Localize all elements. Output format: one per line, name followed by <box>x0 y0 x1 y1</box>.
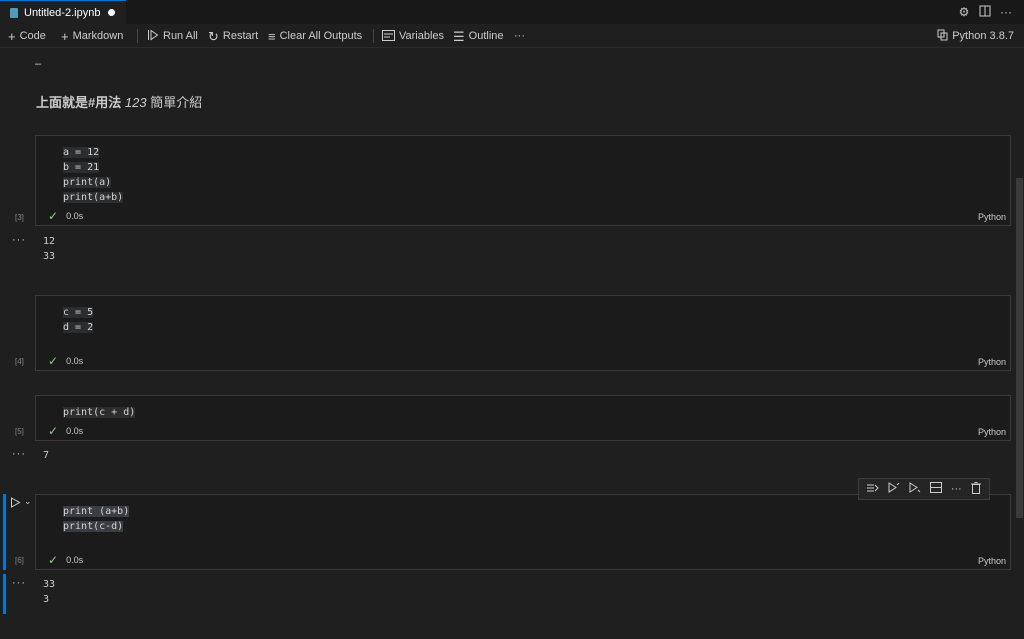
execution-count: [5] <box>15 427 24 436</box>
heading-bold-text: 上面就是#用法 <box>36 95 122 110</box>
cell-status: ✓ 0.0s <box>48 354 83 368</box>
execute-above-icon[interactable] <box>867 483 880 496</box>
split-cell-icon[interactable] <box>929 482 942 496</box>
gear-icon[interactable]: ⚙ <box>957 5 971 19</box>
add-code-button[interactable]: + Code <box>8 24 46 48</box>
code-line: print(c-d) <box>63 521 124 532</box>
execution-time: 0.0s <box>66 356 84 366</box>
unsaved-dot-icon[interactable] <box>108 9 116 16</box>
execution-count: [6] <box>15 556 24 565</box>
output-line: 7 <box>43 450 50 461</box>
code-line: d = 2 <box>63 322 94 333</box>
clear-all-icon: ≡ <box>268 28 276 44</box>
code-line: print(a+b) <box>63 192 124 203</box>
run-below-icon[interactable] <box>909 482 921 496</box>
notebook-file-icon <box>10 7 18 18</box>
code-editor[interactable]: c = 5 d = 2 <box>63 305 94 335</box>
output-menu-icon[interactable]: ··· <box>12 234 26 246</box>
code-editor[interactable]: print (a+b) print(c-d) <box>63 504 130 534</box>
heading-rest-text: 簡單介紹 <box>150 95 203 110</box>
heading-italic-text: 123 <box>124 95 147 110</box>
code-editor[interactable]: a = 12 b = 21 print(a) print(a+b) <box>63 145 124 205</box>
add-markdown-button[interactable]: + Markdown <box>61 24 123 48</box>
run-above-icon[interactable] <box>888 482 900 496</box>
cell-output: 12 33 <box>43 234 55 264</box>
output-menu-icon[interactable]: ··· <box>12 577 26 589</box>
check-icon: ✓ <box>48 424 59 438</box>
cell-status: ✓ 0.0s <box>48 553 83 567</box>
cell-output: 33 3 <box>43 577 55 607</box>
execution-count: [3] <box>15 213 24 222</box>
code-editor[interactable]: print(c + d) <box>63 405 136 420</box>
code-line: b = 21 <box>63 162 100 173</box>
restart-icon: ↻ <box>208 28 219 44</box>
tab-title: Untitled-2.ipynb <box>24 6 101 19</box>
variables-button[interactable]: Variables <box>382 24 444 48</box>
delete-icon[interactable] <box>970 481 981 497</box>
plus-icon: + <box>61 28 69 44</box>
check-icon: ✓ <box>48 553 59 567</box>
output-menu-icon[interactable]: ··· <box>12 448 26 460</box>
cell-more-icon[interactable]: ··· <box>951 483 962 495</box>
cell-focus-indicator <box>3 494 6 570</box>
code-cell-5[interactable]: print(c + d) ✓ 0.0s Python <box>35 395 1011 441</box>
cell-status: ✓ 0.0s <box>48 424 83 438</box>
toolbar-divider <box>373 29 374 43</box>
split-editor-icon[interactable] <box>978 5 992 19</box>
execution-count: [4] <box>15 357 24 366</box>
code-line: print (a+b) <box>63 506 130 517</box>
execution-time: 0.0s <box>66 426 84 436</box>
check-icon: ✓ <box>48 209 59 223</box>
outline-icon: ☰ <box>453 28 465 44</box>
code-line: a = 12 <box>63 147 100 158</box>
notebook-body: – 上面就是#用法 123 簡單介紹 a = 12 b = 21 print(a… <box>0 48 1014 639</box>
cell-language[interactable]: Python <box>978 357 1006 367</box>
more-actions-icon[interactable]: ··· <box>999 5 1013 19</box>
run-all-icon <box>147 29 159 43</box>
toolbar-more-button[interactable]: ··· <box>514 24 525 48</box>
cell-language[interactable]: Python <box>978 212 1006 222</box>
cell-language[interactable]: Python <box>978 556 1006 566</box>
output-line: 12 <box>43 236 56 247</box>
run-all-button[interactable]: Run All <box>147 24 198 48</box>
output-focus-indicator <box>3 574 6 614</box>
toolbar-divider <box>137 29 138 43</box>
chevron-down-icon[interactable]: ⌄ <box>24 496 32 507</box>
outline-button[interactable]: ☰ Outline <box>453 24 504 48</box>
code-cell-4[interactable]: c = 5 d = 2 ✓ 0.0s Python <box>35 295 1011 371</box>
code-cell-3[interactable]: a = 12 b = 21 print(a) print(a+b) ✓ 0.0s… <box>35 135 1011 226</box>
tab-untitled-2[interactable]: Untitled-2.ipynb <box>0 0 126 24</box>
cell-output: 7 <box>43 448 49 463</box>
plus-icon: + <box>8 28 16 44</box>
clear-outputs-button[interactable]: ≡ Clear All Outputs <box>268 24 362 48</box>
tab-bar: Untitled-2.ipynb ⚙ ··· <box>0 0 1024 24</box>
output-line: 3 <box>43 594 50 605</box>
cell-language[interactable]: Python <box>978 427 1006 437</box>
cell-toolbar: ··· <box>858 478 990 500</box>
restart-button[interactable]: ↻ Restart <box>208 24 258 48</box>
variables-icon <box>382 29 395 43</box>
output-line: 33 <box>43 251 56 262</box>
code-cell-6[interactable]: print (a+b) print(c-d) ✓ 0.0s Python <box>35 494 1011 570</box>
code-line: c = 5 <box>63 307 94 318</box>
code-line: print(c + d) <box>63 407 136 418</box>
check-icon: ✓ <box>48 354 59 368</box>
markdown-heading[interactable]: 上面就是#用法 123 簡單介紹 <box>36 92 202 111</box>
vertical-scrollbar[interactable] <box>1016 178 1023 518</box>
python-env-icon <box>937 29 948 43</box>
execution-time: 0.0s <box>66 211 84 221</box>
kernel-picker[interactable]: Python 3.8.7 <box>937 24 1014 48</box>
run-cell-button[interactable] <box>10 497 21 511</box>
notebook-toolbar: + Code + Markdown Run All ↻ Restart ≡ Clear … <box>0 24 1024 48</box>
execution-time: 0.0s <box>66 555 84 565</box>
output-line: 33 <box>43 579 56 590</box>
code-line: print(a) <box>63 177 112 188</box>
cell-status: ✓ 0.0s <box>48 209 83 223</box>
markdown-dash: – <box>35 58 42 70</box>
